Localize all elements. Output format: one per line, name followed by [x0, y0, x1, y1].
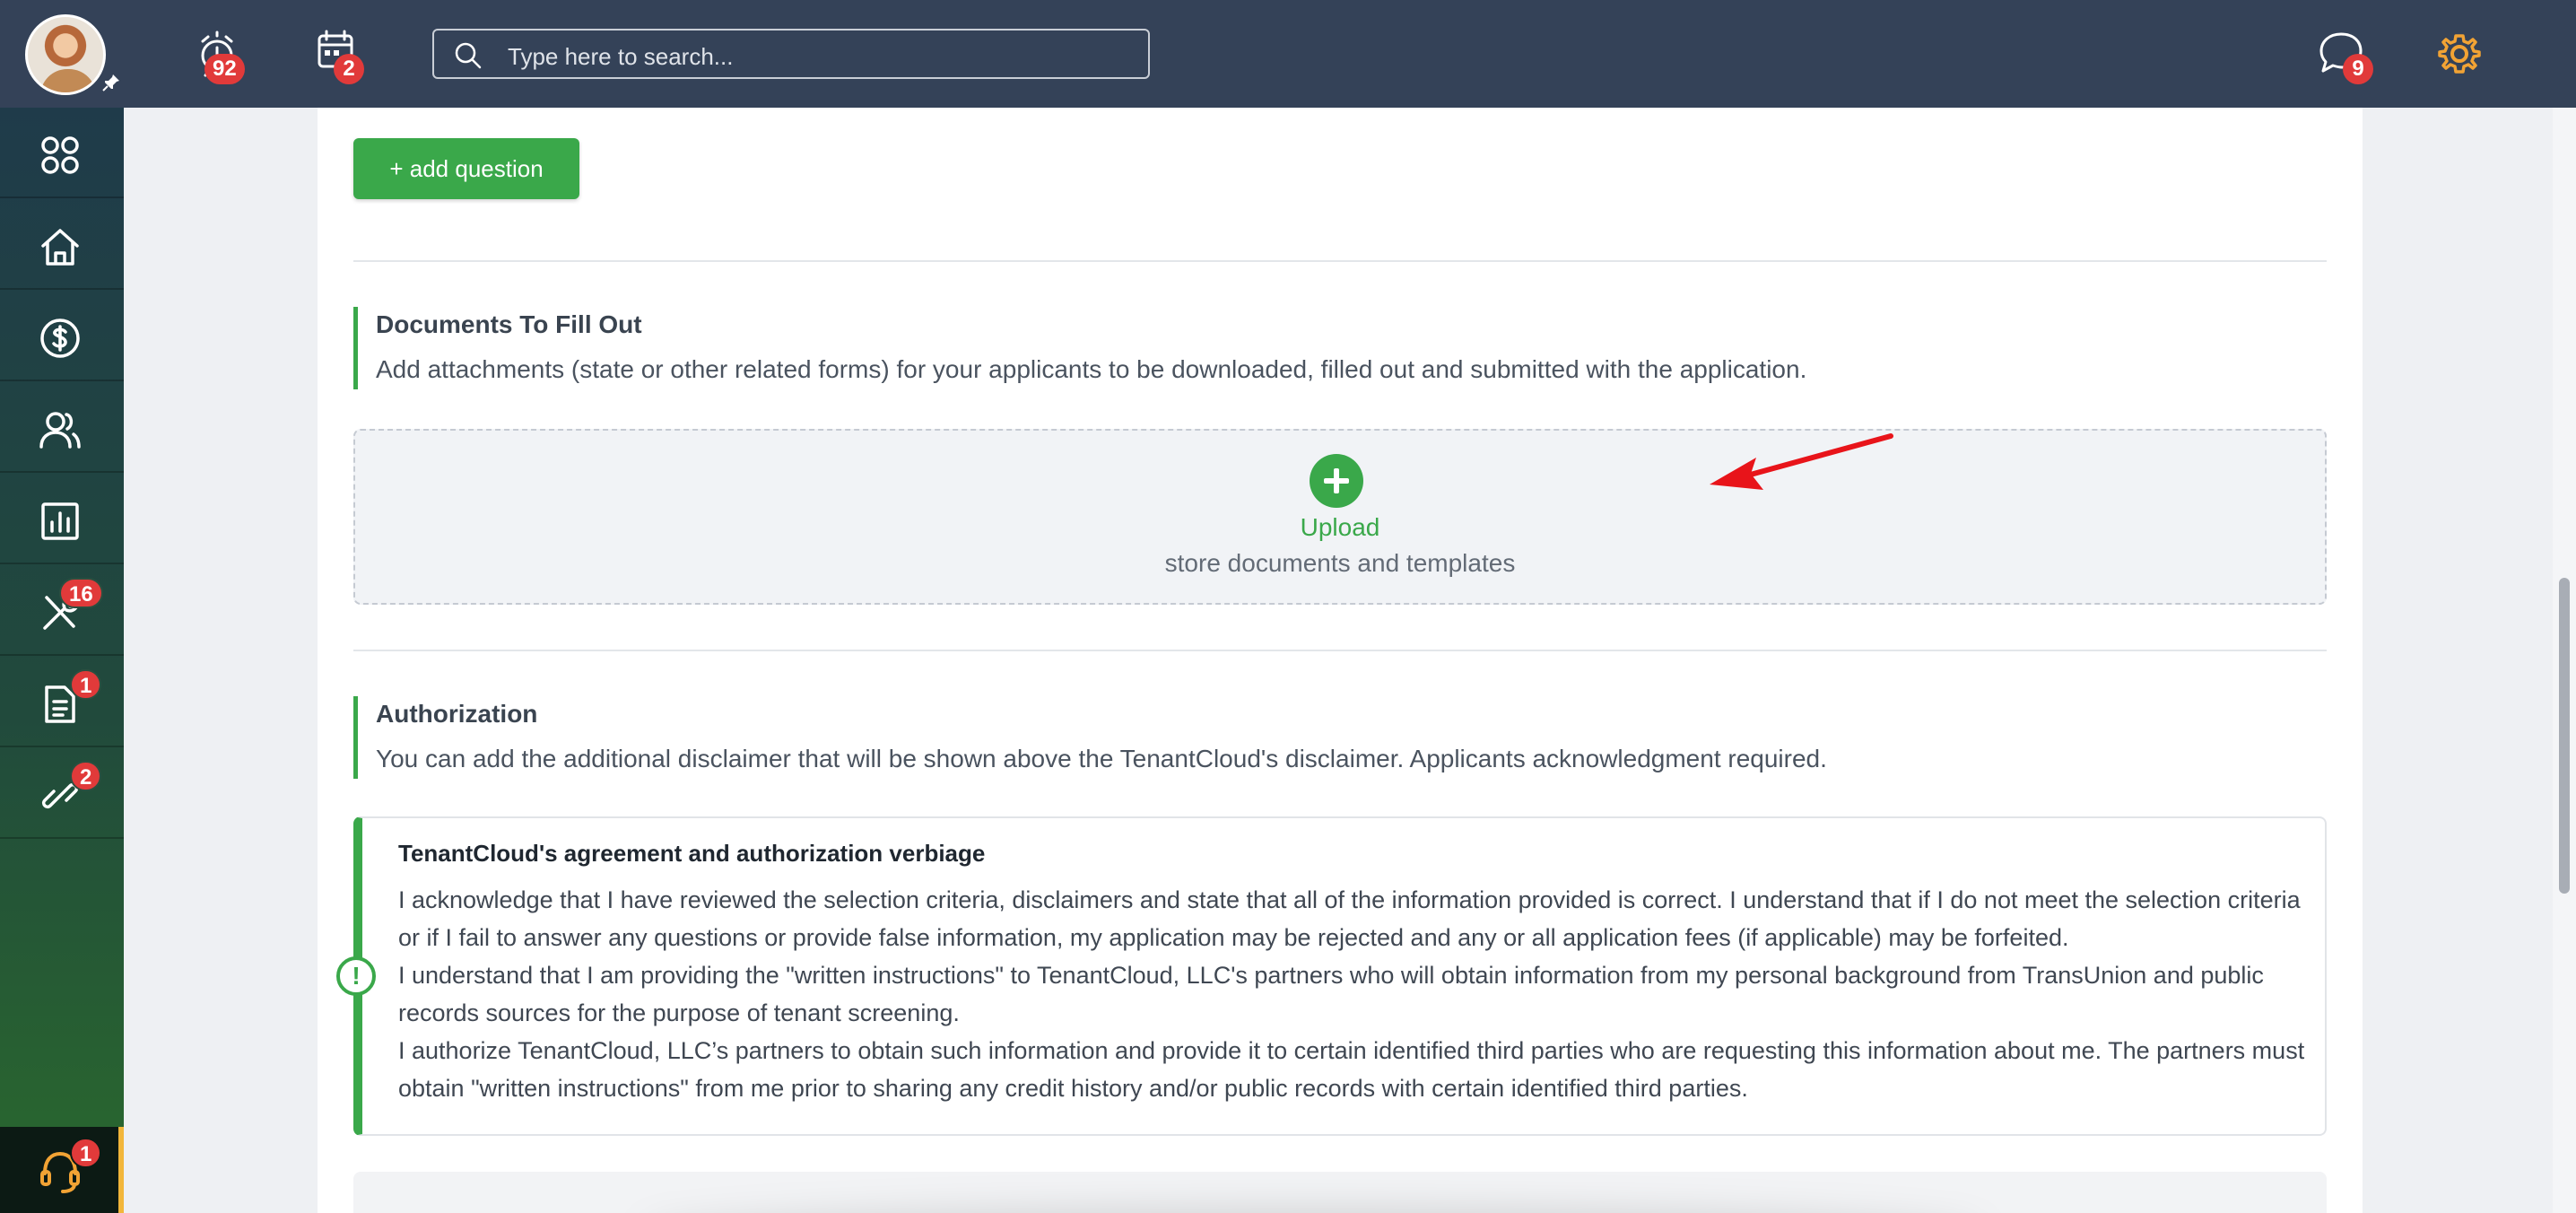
documents-section-header: Documents To Fill Out Add attachments (s… — [353, 307, 2327, 389]
agreement-paragraph: I authorize TenantCloud, LLC’s partners … — [398, 1037, 2305, 1102]
agreement-paragraph: I understand that I am providing the "wr… — [398, 962, 2264, 1026]
authorization-title: Authorization — [376, 700, 538, 728]
dollar-icon — [40, 319, 80, 358]
calendar-count-badge: 2 — [334, 54, 364, 84]
upload-sublabel: store documents and templates — [1164, 549, 1516, 577]
top-bar: 92 2 Type here to search... 9 — [0, 0, 2576, 108]
search-icon — [455, 42, 482, 69]
sidebar-item-links[interactable]: 2 — [0, 748, 124, 839]
search-input[interactable]: Type here to search... — [432, 29, 1150, 79]
upload-dropzone[interactable]: Upload store documents and templates — [353, 429, 2327, 605]
agreement-title: TenantCloud's agreement and authorizatio… — [398, 840, 986, 867]
alarm-button[interactable]: 92 — [192, 27, 246, 84]
home-icon — [41, 229, 79, 266]
documents-title: Documents To Fill Out — [376, 310, 642, 338]
agreement-panel: ! TenantCloud's agreement and authorizat… — [336, 816, 2327, 1136]
sidebar-item-people[interactable] — [0, 382, 124, 473]
grid-icon — [41, 136, 79, 174]
sidebar-item-maintenance[interactable]: 16 — [0, 565, 124, 656]
sidebar-item-documents[interactable]: 1 — [0, 657, 124, 747]
avatar[interactable] — [25, 14, 106, 95]
sidebar-item-apps[interactable] — [0, 108, 124, 198]
calendar-button[interactable]: 2 — [310, 27, 364, 84]
chart-icon — [41, 502, 79, 540]
documents-count-badge: 1 — [70, 669, 102, 700]
messages-button[interactable]: 9 — [2314, 27, 2373, 84]
authorization-section-header: Authorization You can add the additional… — [353, 696, 2327, 779]
support-button[interactable]: 1 — [0, 1127, 124, 1213]
next-section-card — [353, 1172, 2327, 1213]
exclamation-circle-icon: ! — [336, 956, 376, 996]
search-placeholder: Type here to search... — [508, 43, 734, 70]
scrollbar[interactable] — [2553, 108, 2576, 1213]
documents-description: Add attachments (state or other related … — [376, 355, 1807, 383]
card-shadow — [640, 1208, 1986, 1213]
pin-icon — [102, 74, 119, 92]
maintenance-count-badge: 16 — [59, 578, 103, 608]
alarm-count-badge: 92 — [205, 54, 245, 84]
divider — [353, 650, 2327, 651]
sidebar-item-home[interactable] — [0, 199, 124, 290]
agreement-body: I acknowledge that I have reviewed the s… — [398, 881, 2309, 1107]
upload-plus-icon[interactable] — [1310, 454, 1363, 508]
sidebar-item-reports[interactable] — [0, 474, 124, 564]
avatar-figure — [40, 69, 96, 92]
gear-icon — [2438, 34, 2481, 74]
add-question-button[interactable]: + add question — [353, 138, 579, 199]
sidebar: 16 1 2 — [0, 108, 124, 1213]
agreement-paragraph: I acknowledge that I have reviewed the s… — [398, 886, 2301, 951]
users-icon — [39, 412, 81, 449]
support-count-badge: 1 — [70, 1138, 102, 1168]
authorization-description: You can add the additional disclaimer th… — [376, 745, 1827, 772]
divider — [353, 260, 2327, 262]
upload-label[interactable]: Upload — [355, 513, 2325, 542]
main-content: + add question Documents To Fill Out Add… — [318, 108, 2363, 1213]
scrollbar-thumb[interactable] — [2559, 578, 2570, 894]
sidebar-item-payments[interactable] — [0, 291, 124, 381]
red-arrow-icon — [1710, 433, 1893, 490]
messages-count-badge: 9 — [2343, 54, 2373, 84]
settings-button[interactable] — [2432, 27, 2486, 81]
links-count-badge: 2 — [70, 761, 102, 791]
